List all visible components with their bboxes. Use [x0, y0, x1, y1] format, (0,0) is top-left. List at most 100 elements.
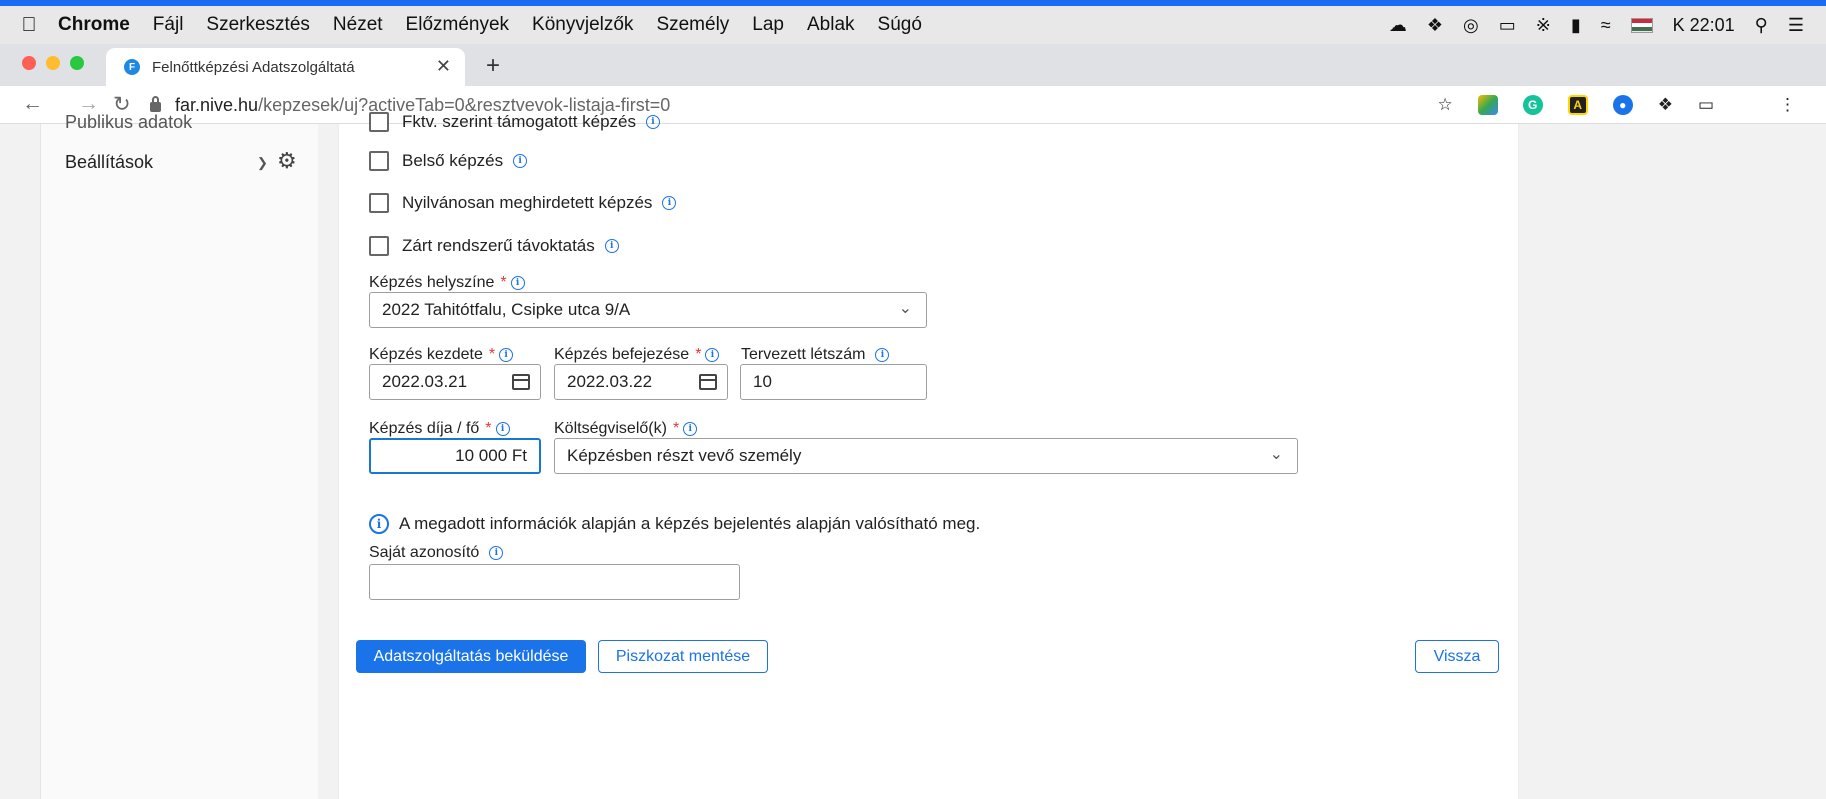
gear-icon[interactable]: ⚙ — [277, 148, 297, 174]
submit-button[interactable]: Adatszolgáltatás beküldése — [356, 640, 586, 673]
menu-people[interactable]: Személy — [656, 14, 729, 36]
start-date-label-text: Képzés kezdete — [369, 346, 483, 363]
tab-close-icon[interactable]: ✕ — [436, 56, 451, 77]
puzzle-extensions-icon[interactable]: ❖ — [1658, 95, 1673, 115]
hungarian-flag-icon[interactable] — [1630, 17, 1653, 33]
tab-title: Felnőttképzési Adatszolgáltatá — [152, 58, 355, 76]
window-close-button[interactable] — [22, 56, 36, 70]
fee-value: 10 000 Ft — [455, 446, 527, 465]
payer-label: Költségviselő(k) * i — [554, 420, 698, 438]
creative-cloud-icon[interactable]: ◎ — [1463, 15, 1479, 36]
status-tray: ☁ ❖ ◎ ▭ ※ ▮ ≈ K 22:01 ⚲ ☰ — [1389, 6, 1804, 44]
own-id-field[interactable] — [369, 564, 740, 600]
notice-text: A megadott információk alapján a képzés … — [399, 514, 981, 533]
new-tab-icon[interactable]: + — [486, 52, 500, 80]
checkbox-label: Fktv. szerint támogatott képzés — [402, 112, 636, 131]
required-mark: * — [695, 346, 702, 363]
clock[interactable]: K 22:01 — [1673, 15, 1735, 36]
checkbox[interactable] — [369, 112, 389, 132]
menu-help[interactable]: Súgó — [878, 14, 922, 36]
macos-menubar:  Chrome Fájl Szerkesztés Nézet Előzmény… — [0, 6, 1826, 44]
info-icon[interactable]: i — [646, 115, 660, 129]
headcount-field[interactable]: 10 — [740, 364, 927, 400]
control-center-icon[interactable]: ☰ — [1788, 15, 1804, 36]
start-date-label: Képzés kezdete * i — [369, 346, 514, 364]
info-icon[interactable]: i — [705, 348, 720, 362]
info-icon[interactable]: i — [495, 422, 510, 436]
info-circle-icon: i — [369, 514, 389, 534]
menu-bookmarks[interactable]: Könyvjelzők — [532, 14, 633, 36]
bookmark-star-icon[interactable]: ☆ — [1437, 95, 1452, 115]
window-zoom-button[interactable] — [70, 56, 84, 70]
checkbox[interactable] — [369, 236, 389, 256]
checkbox[interactable] — [369, 193, 389, 213]
back-arrow-icon[interactable]: ← — [22, 92, 43, 116]
info-icon[interactable]: i — [662, 196, 677, 210]
required-mark: * — [672, 420, 680, 437]
chevron-down-icon: ⌄ — [898, 300, 912, 317]
menu-window[interactable]: Ablak — [807, 14, 855, 36]
menu-history[interactable]: Előzmények — [406, 14, 510, 36]
menu-view[interactable]: Nézet — [333, 14, 383, 36]
cast-icon[interactable]: ▭ — [1698, 95, 1714, 115]
fee-field[interactable]: 10 000 Ft — [369, 438, 541, 474]
info-icon[interactable]: i — [683, 422, 698, 436]
airplay-icon[interactable]: ▭ — [1499, 15, 1516, 36]
apple-icon[interactable]:  — [0, 14, 58, 37]
spotlight-search-icon[interactable]: ⚲ — [1755, 15, 1768, 36]
checkbox-row-distance[interactable]: Zárt rendszerű távoktatás i — [369, 236, 619, 256]
bluetooth-icon[interactable]: ※ — [1536, 15, 1551, 36]
info-icon[interactable]: i — [513, 154, 528, 168]
menu-file[interactable]: Fájl — [153, 14, 184, 36]
save-draft-button[interactable]: Piszkozat mentése — [598, 640, 768, 673]
fee-label: Képzés díja / fő * i — [369, 420, 510, 438]
menu-app-chrome[interactable]: Chrome — [58, 14, 130, 36]
info-icon[interactable]: i — [499, 348, 514, 362]
required-mark: * — [500, 274, 507, 291]
fee-label-text: Képzés díja / fő — [369, 420, 480, 437]
chevron-down-icon[interactable]: ❯ — [257, 155, 268, 171]
checkbox-label: Zárt rendszerű távoktatás — [402, 236, 595, 255]
extension-a-icon[interactable]: A — [1567, 95, 1588, 115]
battery-icon[interactable]: ▮ — [1571, 15, 1581, 36]
google-drive-icon[interactable] — [1477, 95, 1498, 115]
sidebar-item-settings[interactable]: Beállítások — [65, 152, 153, 173]
info-icon[interactable]: i — [510, 276, 525, 290]
calendar-icon[interactable] — [512, 374, 530, 390]
info-icon[interactable]: i — [489, 546, 504, 560]
payer-select[interactable]: Képzésben részt vevő személy ⌄ — [554, 438, 1298, 474]
required-mark: * — [488, 346, 496, 363]
checkbox-row-internal[interactable]: Belső képzés i — [369, 151, 528, 171]
calendar-icon[interactable] — [699, 374, 717, 390]
grammarly-icon[interactable]: G — [1522, 95, 1543, 115]
checkbox-row-supported[interactable]: Fktv. szerint támogatott képzés i — [369, 112, 660, 132]
start-date-field[interactable]: 2022.03.21 — [369, 364, 541, 400]
location-label: Képzés helyszíne * i — [369, 274, 525, 292]
end-date-value: 2022.03.22 — [567, 372, 653, 391]
info-icon[interactable]: i — [875, 348, 890, 362]
headcount-label-text: Tervezett létszám — [741, 346, 866, 363]
own-id-label: Saját azonosító i — [369, 544, 504, 562]
browser-menu-icon[interactable]: ⋮ — [1779, 95, 1796, 115]
menu-tab[interactable]: Lap — [752, 14, 784, 36]
page: Publikus adatok Beállítások ❯ ⚙ Fktv. sz… — [0, 112, 1826, 799]
checkbox[interactable] — [369, 151, 389, 171]
info-icon[interactable]: i — [604, 239, 619, 253]
end-date-field[interactable]: 2022.03.22 — [554, 364, 728, 400]
headcount-value: 10 — [753, 372, 772, 391]
sidebar-item-public-data[interactable]: Publikus adatok — [65, 112, 192, 133]
checkbox-label: Belső képzés — [402, 151, 504, 170]
browser-tab[interactable]: F Felnőttképzési Adatszolgáltatá ✕ — [106, 48, 465, 86]
extension-blue-icon[interactable]: ● — [1612, 95, 1633, 115]
screen:  Chrome Fájl Szerkesztés Nézet Előzmény… — [0, 6, 1826, 799]
checkbox-row-public[interactable]: Nyilvánosan meghirdetett képzés i — [369, 193, 677, 213]
dropbox-icon[interactable]: ❖ — [1427, 15, 1443, 36]
menu-edit[interactable]: Szerkesztés — [206, 14, 309, 36]
back-button[interactable]: Vissza — [1415, 640, 1499, 673]
wifi-icon[interactable]: ≈ — [1601, 15, 1611, 36]
sidebar: Publikus adatok Beállítások ❯ ⚙ — [40, 112, 318, 799]
window-minimize-button[interactable] — [46, 56, 60, 70]
location-select[interactable]: 2022 Tahitótfalu, Csipke utca 9/A ⌄ — [369, 292, 927, 328]
training-form: Fktv. szerint támogatott képzés i Belső … — [338, 112, 1519, 799]
cloud-icon[interactable]: ☁ — [1389, 15, 1407, 36]
